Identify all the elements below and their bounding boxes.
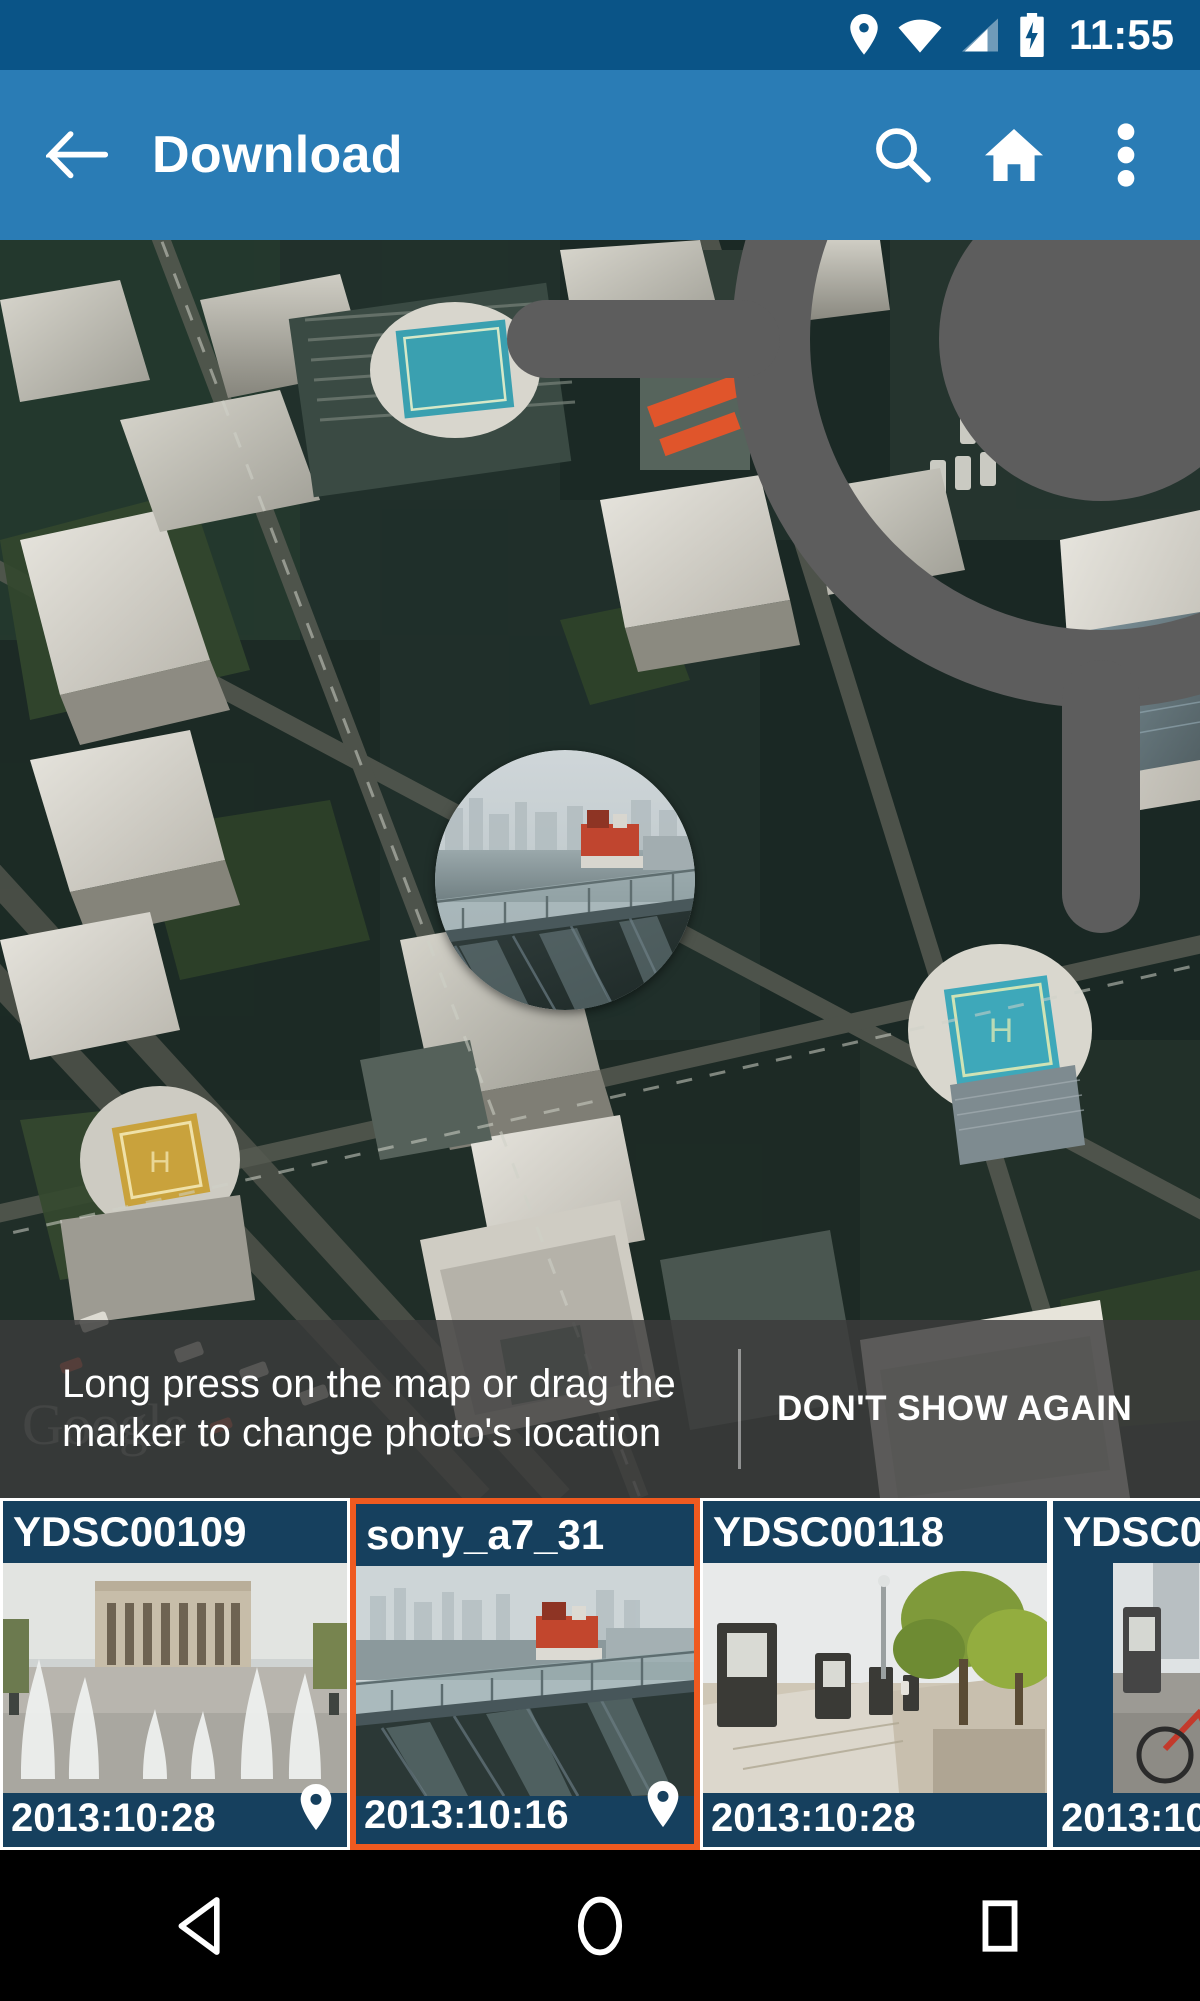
thumbnail-date: 2013:10:28 — [11, 1795, 216, 1840]
thumbnail-filename: YDSC00109 — [13, 1508, 247, 1555]
thumbnail-item[interactable]: YDSC00109 2013:10:28 — [0, 1498, 350, 1850]
svg-text:H: H — [989, 1012, 1014, 1050]
thumbnail-filename: YDSC00118 — [713, 1508, 945, 1555]
cell-signal-icon — [959, 16, 1001, 54]
svg-text:H: H — [149, 1146, 171, 1179]
battery-charging-icon — [1017, 13, 1047, 57]
thumbnail-item[interactable]: YDSC00 2013:10 — [1050, 1498, 1200, 1850]
thumbnail-date: 2013:10:28 — [711, 1795, 916, 1840]
location-pin-icon — [847, 14, 881, 56]
photo-thumbnail-strip[interactable]: YDSC00109 2013:10:28 sony_a7_31 2013:10:… — [0, 1498, 1200, 1850]
location-pin-icon — [299, 1784, 333, 1835]
snackbar-message: Long press on the map or drag the marker… — [62, 1362, 676, 1455]
thumbnail-image — [1113, 1563, 1200, 1793]
back-arrow-icon[interactable] — [46, 124, 108, 186]
dont-show-again-button[interactable]: DON'T SHOW AGAIN — [741, 1389, 1132, 1429]
overflow-menu-icon[interactable] — [1070, 99, 1182, 211]
app-bar: Download — [0, 70, 1200, 240]
nav-home-button[interactable] — [540, 1871, 660, 1981]
page-title: Download — [152, 126, 403, 184]
app-bar-actions — [846, 99, 1200, 211]
snackbar: Long press on the map or drag the marker… — [0, 1320, 1200, 1498]
status-bar: 11:55 — [0, 0, 1200, 70]
app-screen: 11:55 Download H H Long press on the map… — [0, 0, 1200, 2001]
thumbnail-item-selected[interactable]: sony_a7_31 2013:10:16 — [350, 1498, 700, 1850]
android-navigation-bar — [0, 1850, 1200, 2001]
satellite-map[interactable]: H H — [0, 240, 1200, 1498]
thumbnail-filename: sony_a7_31 — [366, 1511, 605, 1558]
status-bar-clock: 11:55 — [1068, 11, 1174, 58]
wifi-icon — [897, 16, 943, 54]
home-icon[interactable] — [958, 99, 1070, 211]
my-location-button[interactable] — [507, 240, 1200, 933]
nav-recents-button[interactable] — [940, 1871, 1060, 1981]
thumbnail-item[interactable]: YDSC00118 2013:10:28 — [700, 1498, 1050, 1850]
nav-back-button[interactable] — [140, 1871, 260, 1981]
thumbnail-image — [356, 1566, 694, 1796]
thumbnail-image — [3, 1563, 347, 1793]
search-icon[interactable] — [846, 99, 958, 211]
thumbnail-date: 2013:10:16 — [364, 1792, 569, 1837]
crosshair-icon — [501, 240, 1200, 968]
thumbnail-image — [703, 1563, 1047, 1793]
location-pin-icon — [646, 1781, 680, 1832]
thumbnail-date: 2013:10 — [1061, 1795, 1200, 1840]
thumbnail-filename: YDSC00 — [1063, 1508, 1200, 1555]
